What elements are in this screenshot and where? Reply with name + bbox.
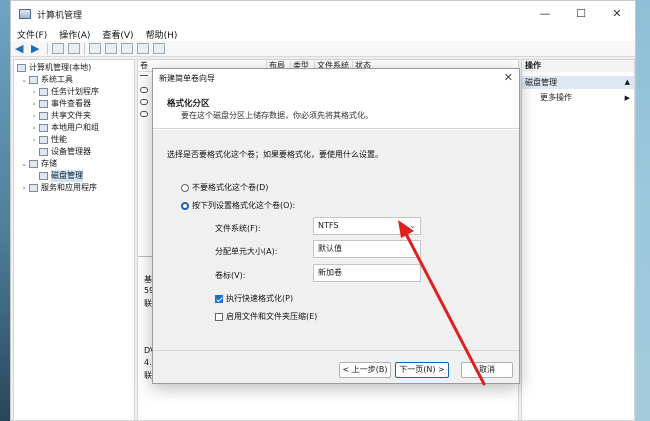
annotation-arrow-head (398, 220, 414, 238)
annotation-arrow-shaft (402, 228, 486, 386)
annotation-arrow (398, 220, 486, 386)
